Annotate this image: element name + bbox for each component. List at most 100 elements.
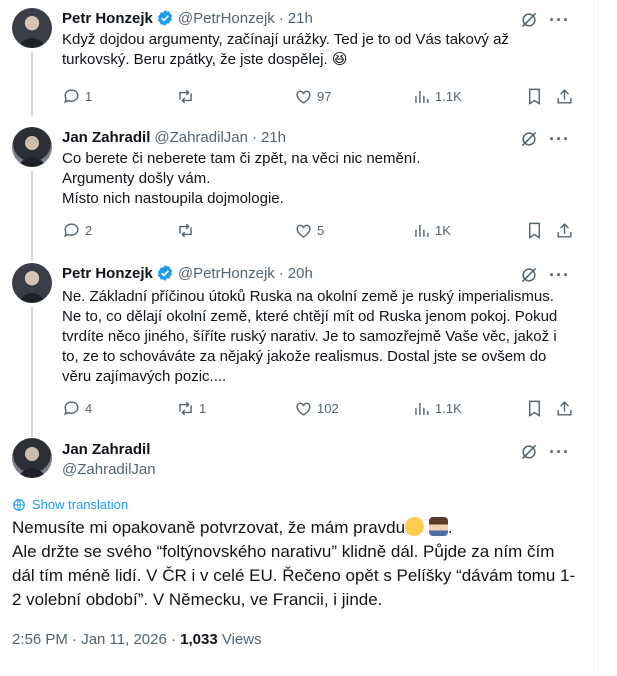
thread-connector bbox=[31, 52, 33, 116]
more-icon[interactable]: ··· bbox=[549, 443, 570, 461]
reply-icon bbox=[64, 400, 79, 415]
tweet-time[interactable]: 21h bbox=[261, 129, 286, 146]
views-count: 1K bbox=[435, 222, 451, 238]
tweet-top-actions: ··· bbox=[519, 442, 570, 462]
like-count: 5 bbox=[317, 222, 325, 238]
tweet-text: Co berete či neberete tam či zpět, na vě… bbox=[62, 150, 421, 207]
grok-icon[interactable] bbox=[519, 265, 539, 285]
more-icon[interactable]: ··· bbox=[549, 130, 570, 148]
reply-tweet-2[interactable]: Jan Zahradil @ZahradilJan · 21h ··· Co b… bbox=[0, 127, 594, 261]
reply-count: 4 bbox=[85, 400, 93, 416]
bookmark-button[interactable] bbox=[525, 86, 544, 106]
views-button[interactable]: 1.1K bbox=[412, 398, 462, 418]
thread-connector bbox=[31, 307, 33, 437]
like-button[interactable]: 5 bbox=[294, 220, 324, 240]
views-label: Views bbox=[217, 631, 262, 648]
tweet-top-actions: ··· bbox=[519, 10, 570, 30]
author-handle[interactable]: @ZahradilJan bbox=[62, 460, 156, 480]
more-icon[interactable]: ··· bbox=[549, 11, 570, 29]
timestamp[interactable]: 2:56 PM · Jan 11, 2026 · bbox=[12, 631, 180, 648]
repost-button[interactable] bbox=[176, 220, 199, 240]
share-button[interactable] bbox=[555, 86, 574, 106]
tweet-header: Petr Honzejk @PetrHonzejk · 20h bbox=[62, 263, 313, 283]
like-count: 97 bbox=[317, 88, 332, 104]
tweet-text: Když dojdou argumenty, začínají urážky. … bbox=[62, 31, 509, 68]
avatar[interactable] bbox=[12, 8, 52, 48]
bookmark-button[interactable] bbox=[525, 220, 544, 240]
reply-icon bbox=[64, 88, 79, 103]
author-handle[interactable]: @PetrHonzejk bbox=[178, 10, 275, 27]
author-handle[interactable]: @PetrHonzejk bbox=[178, 265, 275, 282]
author-name[interactable]: Petr Honzejk bbox=[62, 10, 153, 27]
like-icon bbox=[296, 402, 311, 416]
show-translation-label: Show translation bbox=[32, 497, 129, 512]
tweet-actions: 2 5 1K bbox=[62, 220, 582, 240]
more-icon[interactable]: ··· bbox=[549, 266, 570, 284]
grok-icon[interactable] bbox=[519, 442, 539, 462]
bookmark-button[interactable] bbox=[525, 398, 544, 418]
like-button[interactable]: 102 bbox=[294, 398, 339, 418]
reply-count: 1 bbox=[85, 88, 93, 104]
reply-button[interactable]: 2 bbox=[62, 220, 92, 240]
main-tweet-text: Nemusíte mi opakovaně potvrzovat, že mám… bbox=[12, 516, 587, 612]
tweet-actions: 4 1 102 1.1K bbox=[62, 398, 582, 418]
repost-button[interactable]: 1 bbox=[176, 398, 206, 418]
like-icon bbox=[296, 90, 311, 104]
share-button[interactable] bbox=[555, 398, 574, 418]
reply-tweet-3[interactable]: Petr Honzejk @PetrHonzejk · 20h ··· Ne. … bbox=[0, 263, 594, 437]
show-translation-link[interactable]: Show translation bbox=[12, 497, 128, 512]
separator-dot: · bbox=[278, 264, 284, 282]
reply-button[interactable]: 4 bbox=[62, 398, 92, 418]
views-count: 1.1K bbox=[435, 400, 462, 416]
bookmark-icon bbox=[529, 222, 540, 239]
share-button[interactable] bbox=[555, 220, 574, 240]
avatar[interactable] bbox=[12, 127, 52, 167]
smile-emoji-icon bbox=[405, 517, 425, 536]
avatar[interactable] bbox=[12, 438, 52, 478]
reply-button[interactable]: 1 bbox=[62, 86, 92, 106]
grok-icon[interactable] bbox=[519, 10, 539, 30]
main-text-line1-end: . bbox=[447, 518, 453, 537]
views-button[interactable]: 1K bbox=[412, 220, 451, 240]
bookmark-icon bbox=[529, 88, 540, 105]
repost-icon bbox=[179, 223, 192, 237]
author-name[interactable]: Jan Zahradil bbox=[62, 440, 156, 460]
reply-tweet-1[interactable]: Petr Honzejk @PetrHonzejk · 21h ··· Když… bbox=[0, 8, 594, 116]
reply-count: 2 bbox=[85, 222, 93, 238]
separator-dot: · bbox=[251, 128, 257, 146]
tweet-time[interactable]: 20h bbox=[288, 265, 313, 282]
verified-badge-icon bbox=[157, 10, 172, 26]
grok-icon[interactable] bbox=[519, 129, 539, 149]
views-icon bbox=[415, 224, 429, 237]
repost-button[interactable] bbox=[176, 86, 199, 106]
author-handle[interactable]: @ZahradilJan bbox=[154, 129, 248, 146]
author-name[interactable]: Petr Honzejk bbox=[62, 265, 153, 282]
tweet-header: Jan Zahradil @ZahradilJan · 21h bbox=[62, 127, 286, 147]
like-icon bbox=[296, 224, 311, 238]
tweet-time[interactable]: 21h bbox=[288, 10, 313, 27]
tweet-top-actions: ··· bbox=[519, 265, 570, 285]
avatar[interactable] bbox=[12, 263, 52, 303]
like-count: 102 bbox=[317, 400, 339, 416]
reply-icon bbox=[64, 222, 79, 237]
tweet-actions: 1 97 1.1K bbox=[62, 86, 582, 106]
like-button[interactable]: 97 bbox=[294, 86, 331, 106]
tweet-header: Petr Honzejk @PetrHonzejk · 21h bbox=[62, 8, 313, 28]
separator-dot: · bbox=[278, 9, 284, 27]
repost-icon bbox=[179, 401, 192, 415]
tweet-text: Ne. Základní příčinou útoků Ruska na oko… bbox=[62, 288, 558, 385]
views-button[interactable]: 1.1K bbox=[412, 86, 462, 106]
person-shrugging-emoji-icon bbox=[428, 517, 448, 536]
translate-icon bbox=[13, 498, 25, 511]
author-name[interactable]: Jan Zahradil bbox=[62, 129, 150, 146]
main-text-line1: Nemusíte mi opakovaně potvrzovat, že mám… bbox=[12, 518, 406, 537]
tweet-top-actions: ··· bbox=[519, 129, 570, 149]
share-icon bbox=[557, 222, 572, 238]
tweet-meta: 2:56 PM · Jan 11, 2026 · 1,033 Views bbox=[12, 631, 262, 648]
share-icon bbox=[557, 88, 572, 104]
views-count: 1,033 bbox=[180, 631, 218, 648]
views-icon bbox=[415, 402, 429, 415]
repost-icon bbox=[179, 89, 192, 103]
bookmark-icon bbox=[529, 400, 540, 417]
thread-connector bbox=[31, 171, 33, 261]
